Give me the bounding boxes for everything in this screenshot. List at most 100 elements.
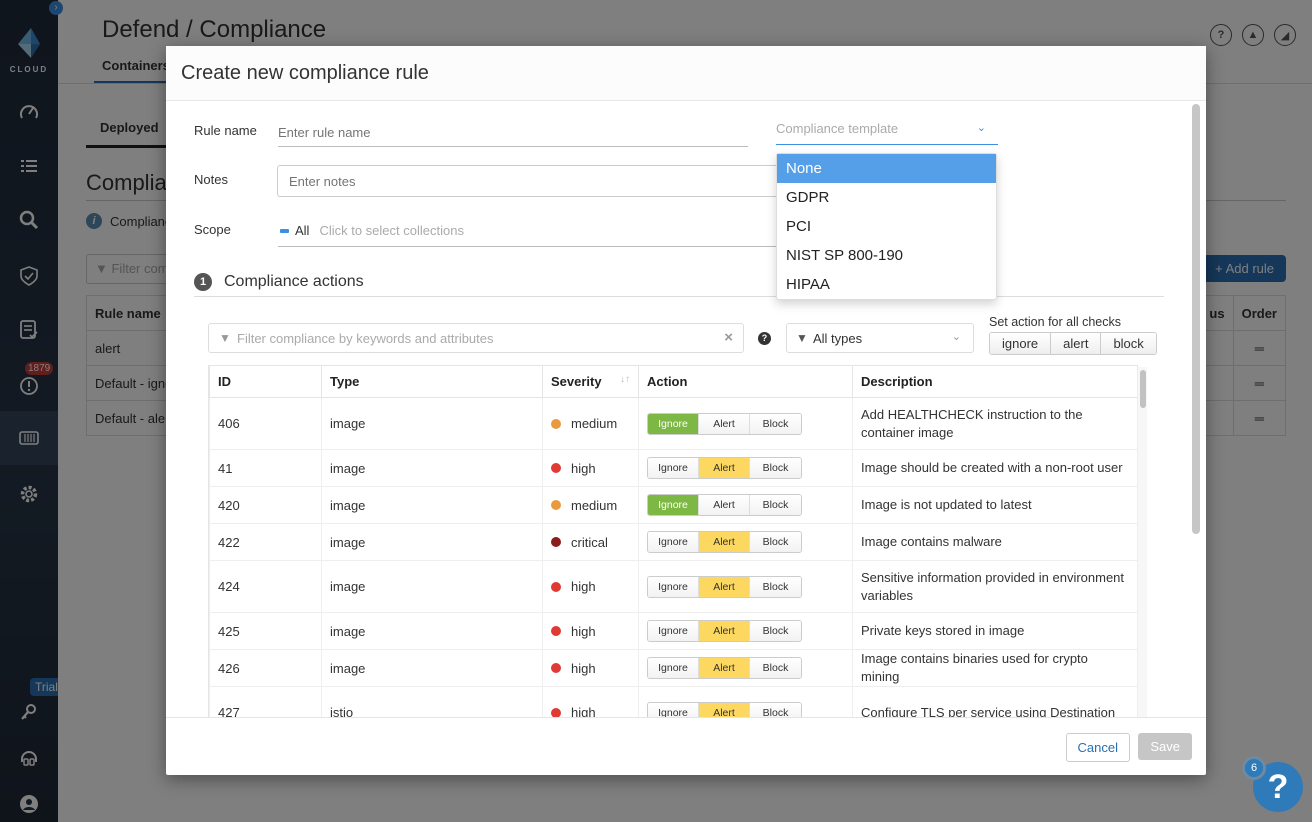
notes-input[interactable] (277, 165, 807, 197)
check-severity: high (542, 686, 639, 717)
action-alert-button[interactable]: Alert (699, 458, 750, 478)
action-alert-button[interactable]: Alert (699, 495, 750, 515)
check-description: Image contains binaries used for crypto … (852, 649, 1138, 687)
col-severity[interactable]: Severity ↓↑ (542, 365, 639, 398)
check-type: image (321, 649, 543, 687)
set-all-ignore-button[interactable]: ignore (990, 333, 1052, 354)
col-description: Description (852, 365, 1138, 398)
checks-table-header: ID Type Severity ↓↑ Action Description (209, 365, 1138, 398)
action-block-button[interactable]: Block (750, 658, 801, 678)
template-option[interactable]: None (777, 154, 996, 183)
action-toggle-group: Ignore Alert Block (647, 531, 802, 553)
action-ignore-button[interactable]: Ignore (648, 702, 699, 717)
action-block-button[interactable]: Block (750, 532, 801, 552)
set-all-block-button[interactable]: block (1101, 333, 1156, 354)
action-alert-button[interactable]: Alert (699, 621, 750, 641)
clear-filter-icon[interactable]: × (724, 329, 733, 346)
check-id: 425 (209, 612, 322, 650)
action-ignore-button[interactable]: Ignore (648, 621, 699, 641)
action-alert-button[interactable]: Alert (699, 702, 750, 717)
template-dropdown: None GDPR PCI NIST SP 800-190 HIPAA (776, 153, 997, 300)
cancel-button[interactable]: Cancel (1065, 733, 1130, 762)
check-severity: high (542, 612, 639, 650)
scope-selector[interactable]: All Click to select collections (278, 215, 808, 247)
notes-label: Notes (194, 172, 228, 187)
action-toggle-group: Ignore Alert Block (647, 620, 802, 642)
col-severity-label: Severity (551, 374, 602, 389)
col-type[interactable]: Type (321, 365, 543, 398)
severity-label: medium (571, 416, 618, 431)
template-option[interactable]: HIPAA (777, 270, 996, 299)
action-alert-button[interactable]: Alert (699, 532, 750, 552)
modal-footer: Cancel Save (166, 717, 1206, 775)
compliance-template-select[interactable]: Compliance template ⌄ (776, 117, 998, 145)
chevron-down-icon: ⌄ (976, 122, 986, 134)
action-block-button[interactable]: Block (750, 495, 801, 515)
template-option[interactable]: PCI (777, 212, 996, 241)
action-alert-button[interactable]: Alert (699, 658, 750, 678)
check-severity: critical (542, 523, 639, 561)
check-type: image (321, 612, 543, 650)
check-description: Private keys stored in image (852, 612, 1138, 650)
check-description: Image is not updated to latest (852, 486, 1138, 524)
check-id: 422 (209, 523, 322, 561)
severity-label: high (571, 660, 596, 676)
action-block-button[interactable]: Block (750, 702, 801, 717)
check-id: 41 (209, 449, 322, 487)
template-placeholder: Compliance template (776, 121, 899, 136)
check-action: Ignore Alert Block (638, 612, 853, 650)
check-row: 427 istio high Ignore Alert Block Configure TL… (209, 686, 1138, 717)
rule-name-input[interactable] (278, 119, 748, 147)
filter-placeholder: Filter compliance by keywords and attrib… (237, 331, 494, 346)
step-number: 1 (194, 272, 212, 291)
action-block-button[interactable]: Block (750, 621, 801, 641)
compliance-filter-input[interactable]: ▼ Filter compliance by keywords and attr… (208, 323, 744, 353)
modal-scrollbar[interactable] (1192, 104, 1200, 724)
severity-dot-icon (551, 500, 561, 510)
severity-label: high (571, 705, 596, 717)
table-scrollbar-thumb[interactable] (1140, 370, 1146, 408)
action-ignore-button[interactable]: Ignore (648, 413, 699, 434)
action-block-button[interactable]: Block (750, 413, 801, 434)
action-ignore-button[interactable]: Ignore (648, 458, 699, 478)
check-id: 427 (209, 686, 322, 717)
check-id: 424 (209, 560, 322, 613)
action-ignore-button[interactable]: Ignore (648, 495, 699, 515)
action-ignore-button[interactable]: Ignore (648, 532, 699, 552)
types-select[interactable]: ▼ All types ⌄ (786, 323, 974, 353)
question-icon[interactable]: ? (758, 332, 771, 345)
check-action: Ignore Alert Block (638, 686, 853, 717)
template-option[interactable]: NIST SP 800-190 (777, 241, 996, 270)
template-option[interactable]: GDPR (777, 183, 996, 212)
scope-value: All (295, 223, 310, 238)
action-ignore-button[interactable]: Ignore (648, 658, 699, 678)
action-block-button[interactable]: Block (750, 576, 801, 597)
check-type: image (321, 486, 543, 524)
modal-title: Create new compliance rule (166, 46, 1206, 101)
severity-label: high (571, 460, 596, 476)
action-ignore-button[interactable]: Ignore (648, 576, 699, 597)
severity-label: high (571, 623, 596, 639)
check-action: Ignore Alert Block (638, 523, 853, 561)
check-row: 420 image medium Ignore Alert Block Image is n… (209, 486, 1138, 524)
action-block-button[interactable]: Block (750, 458, 801, 478)
check-description: Add HEALTHCHECK instruction to the conta… (852, 397, 1138, 450)
action-alert-button[interactable]: Alert (699, 576, 750, 597)
check-description: Image should be created with a non-root … (852, 449, 1138, 487)
severity-dot-icon (551, 463, 561, 473)
action-toggle-group: Ignore Alert Block (647, 575, 802, 598)
sort-icon[interactable]: ↓↑ (620, 374, 630, 385)
action-toggle-group: Ignore Alert Block (647, 412, 802, 435)
set-all-alert-button[interactable]: alert (1051, 333, 1102, 354)
save-button[interactable]: Save (1138, 733, 1192, 760)
col-id[interactable]: ID (209, 365, 322, 398)
severity-label: medium (571, 497, 618, 513)
severity-dot-icon (551, 418, 561, 429)
check-severity: medium (542, 486, 639, 524)
check-type: image (321, 523, 543, 561)
modal-scrollbar-thumb[interactable] (1192, 104, 1200, 534)
checks-table: ID Type Severity ↓↑ Action Description 40… (209, 365, 1138, 717)
action-alert-button[interactable]: Alert (699, 413, 750, 434)
table-scrollbar[interactable] (1137, 367, 1147, 717)
set-all-label: Set action for all checks (989, 315, 1122, 329)
